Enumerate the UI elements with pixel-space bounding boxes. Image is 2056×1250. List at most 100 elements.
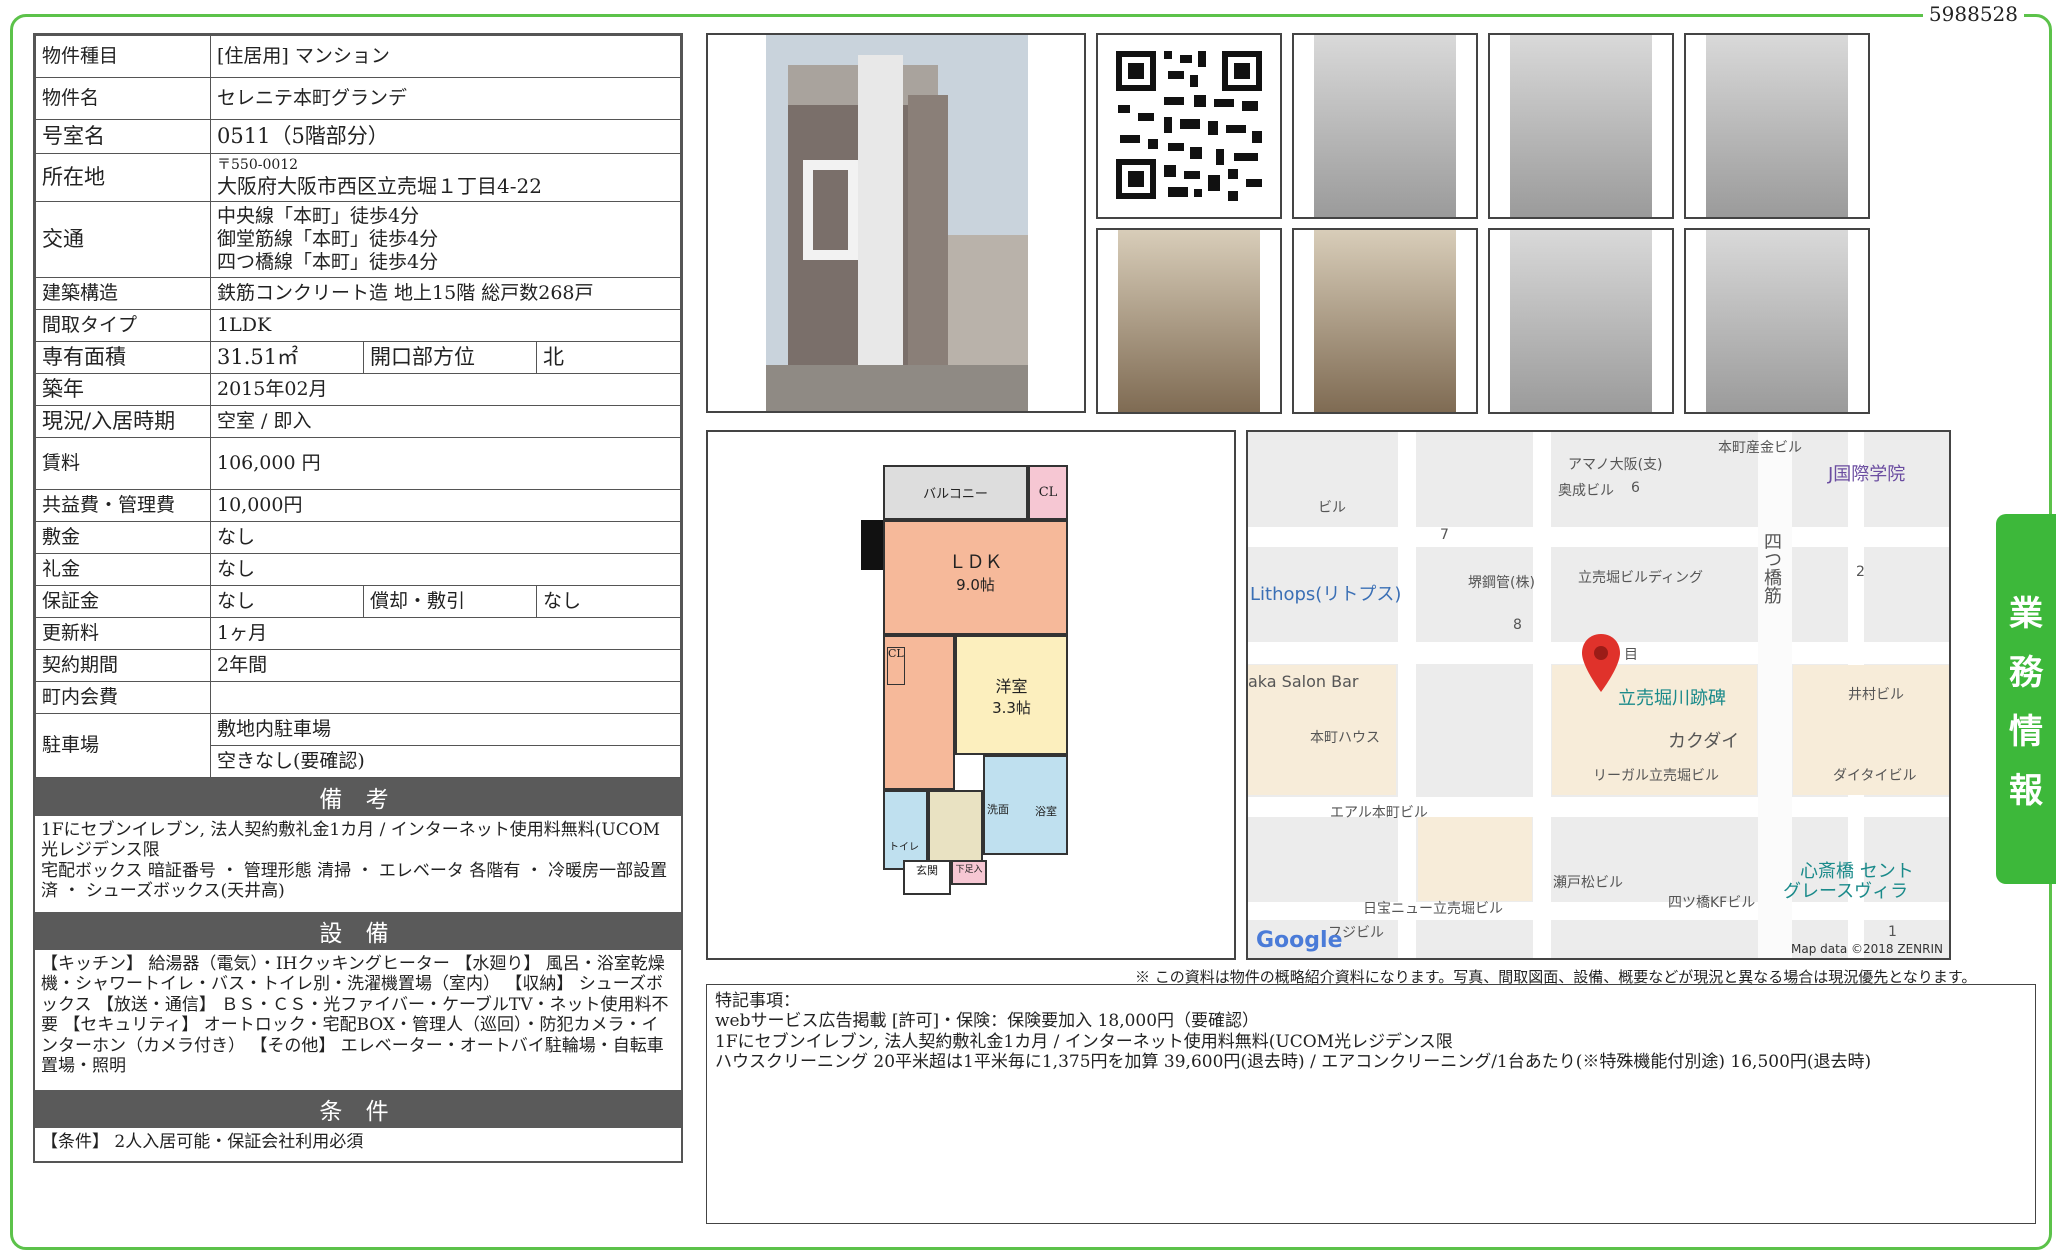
qr-code-icon[interactable] [1098,35,1280,217]
built-label: 築年 [35,373,211,406]
closet: CL [1028,465,1068,520]
transit-line: 四つ橋線「本町」徒歩4分 [217,250,439,273]
address-label: 所在地 [35,153,211,202]
address-value: 大阪府大阪市西区立売堀１丁目4-22 [217,173,542,198]
conditions-header: 条 件 [35,1090,681,1128]
map-label: 6 [1631,480,1640,496]
bath-area: 洗面 浴室 [983,755,1068,855]
floor-plan[interactable]: バルコニー CL ＬＤＫ 9.0帖 CL 洋室 3.3帖 洗面 浴室 トイレ 玄… [706,430,1236,960]
tab-char: 務 [2009,653,2043,693]
property-info-table: 物件種目 [住居用] マンション 物件名 セレニテ本町グランデ 号室名 0511… [35,35,681,778]
bathroom-photo[interactable] [1292,228,1478,414]
kitchen-photo[interactable] [1488,33,1674,219]
tab-char: 業 [2009,594,2043,634]
guarantee-label: 保証金 [35,585,211,618]
fee-value: 10,000円 [210,489,681,522]
business-info-tab[interactable]: 業 務 情 報 [1996,514,2056,884]
parking-value: 敷地内駐車場 [210,713,681,746]
map-label: 7 [1440,527,1449,543]
renewal-label: 更新料 [35,617,211,650]
guarantee-value: なし [210,585,364,618]
key-money-label: 礼金 [35,553,211,586]
direction-value: 北 [536,341,681,374]
map-label: J国際学院 [1828,464,1906,485]
parking-availability: 空きなし(要確認) [210,745,681,778]
name-value: セレニテ本町グランデ [210,77,681,120]
interior-photo-3[interactable] [1488,228,1674,414]
map-label: 立売堀ビルディング [1578,570,1704,586]
transit-label: 交通 [35,201,211,278]
closet-2: CL [887,647,905,685]
document-id: 5988528 [1922,2,2024,26]
deposit-label: 敷金 [35,521,211,554]
map-label: 四ツ橋KFビル [1668,895,1756,911]
pillar [861,520,885,570]
map-label: 8 [1513,617,1522,633]
equipment-header: 設 備 [35,912,681,950]
building-photo-frame [706,33,1086,413]
map-label: リーガル立売堀ビル [1593,768,1719,784]
equipment-text: 【キッチン】 給湯器（電気）・IHクッキングヒーター 【水廻り】 風呂・浴室乾燥… [41,954,669,1076]
bath-label: 浴室 [1035,805,1057,818]
transit-line: 中央線「本町」徒歩4分 [217,205,420,228]
western-label: 洋室 [995,677,1028,696]
wash-label: 洗面 [987,803,1009,816]
map-label: 井村ビル [1848,687,1904,703]
status-label: 現況/入居時期 [35,405,211,438]
ldk-label: ＬＤＫ [948,552,1003,573]
map-label: 1 [1888,924,1897,940]
balcony: バルコニー [883,465,1028,520]
area-label: 専有面積 [35,341,211,374]
property-info-panel: 物件種目 [住居用] マンション 物件名 セレニテ本町グランデ 号室名 0511… [33,33,683,1163]
location-pin-icon[interactable] [1582,634,1620,692]
remarks-header: 備 考 [35,778,681,816]
google-logo: Google [1256,928,1343,953]
tab-char: 報 [2009,771,2043,811]
kind-label: 物件種目 [35,35,211,78]
renewal-value: 1ヶ月 [210,617,681,650]
fee-label: 共益費・管理費 [35,489,211,522]
interior-photo-2[interactable] [1684,33,1870,219]
transit-line: 御堂筋線「本町」徒歩4分 [217,228,439,251]
ldk-lower: CL [883,635,955,790]
map-label: 立売堀川跡碑 [1618,688,1726,709]
map-label: グレースヴィラ [1783,881,1909,902]
map-label: 2 [1856,564,1865,580]
address-cell: 〒550-0012 大阪府大阪市西区立売堀１丁目4-22 [210,153,681,202]
map-label: ダイタイビル [1833,768,1917,784]
area-value: 31.51㎡ [210,341,364,374]
map-label: aka Salon Bar [1248,672,1359,691]
qr-code-frame [1096,33,1282,219]
conditions-text: 【条件】 2人入居可能・保証会社利用必須 [41,1132,364,1152]
town-fee-label: 町内会費 [35,681,211,714]
interior-photo-1[interactable] [1292,33,1478,219]
layout-label: 間取タイプ [35,309,211,342]
transit-cell: 中央線「本町」徒歩4分 御堂筋線「本町」徒歩4分 四つ橋線「本町」徒歩4分 [210,201,681,278]
room-label: 号室名 [35,119,211,154]
toilet-label: トイレ [889,842,919,853]
interior-photo-4[interactable] [1684,228,1870,414]
floor-plan-drawing: バルコニー CL ＬＤＫ 9.0帖 CL 洋室 3.3帖 洗面 浴室 トイレ 玄… [861,465,1068,895]
special-notes-title: 特記事項： [715,991,800,1011]
name-label: 物件名 [35,77,211,120]
toilet: トイレ [883,790,928,870]
term-label: 契約期間 [35,649,211,682]
key-money-value: なし [210,553,681,586]
map-label: カクダイ [1668,731,1740,752]
kind-value: [住居用] マンション [210,35,681,78]
ldk-room: ＬＤＫ 9.0帖 [883,520,1068,635]
map-label: Lithops(リトプス) [1250,584,1402,605]
structure-value: 鉄筋コンクリート造 地上15階 総戸数268戸 [210,277,681,310]
special-note-line: ハウスクリーニング 20平米超は1平米毎に1,375円を加算 39,600円(退… [715,1052,1872,1073]
built-value: 2015年02月 [210,373,681,406]
map-label: エアル本町ビル [1330,805,1428,821]
building-photo[interactable] [708,35,1086,413]
washroom-photo[interactable] [1096,228,1282,414]
rent-value: 106,000 円 [210,437,681,490]
map-view[interactable]: 本町産金ビル アマノ大阪(支) 奥成ビル 6 ビル 7 J国際学院 堺鋼管(株)… [1246,430,1951,960]
town-fee-value [210,681,681,714]
zip-code: 〒550-0012 [217,157,299,174]
map-street-label: 四つ橋筋 [1761,532,1782,604]
hallway [928,790,983,870]
map-label: 瀬戸松ビル [1553,875,1623,891]
